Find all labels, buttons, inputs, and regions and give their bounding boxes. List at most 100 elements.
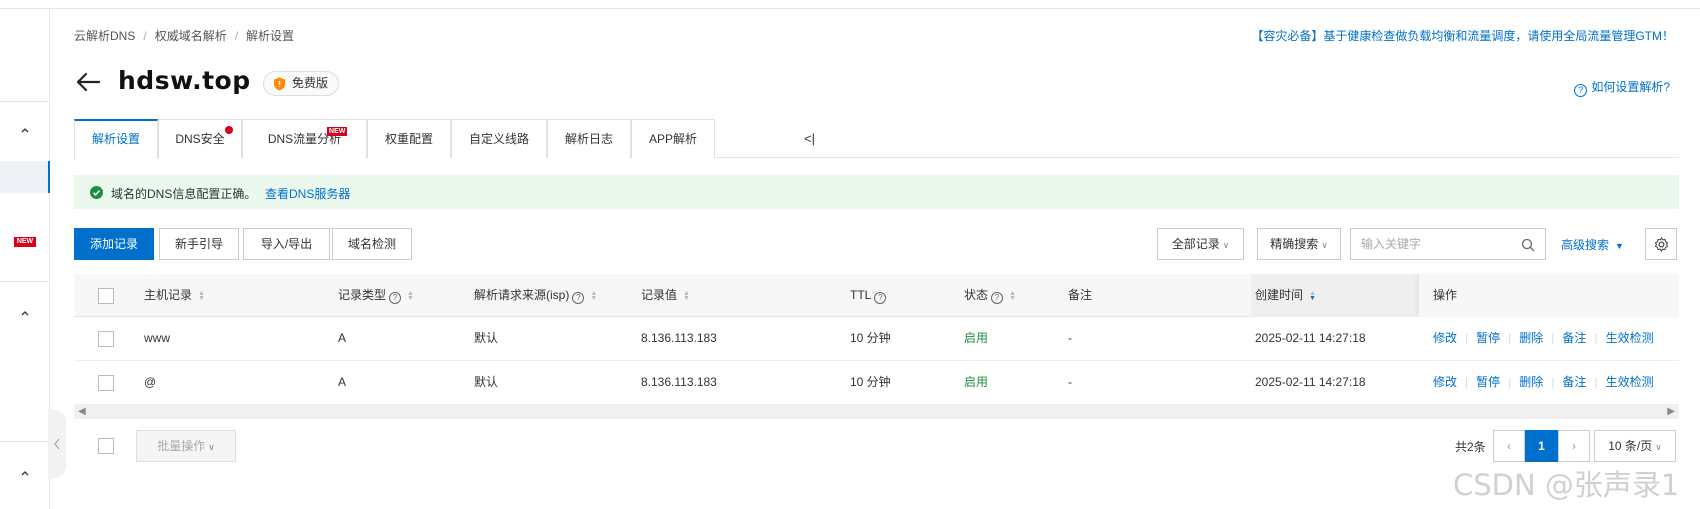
rail-divider [0, 281, 49, 282]
help-icon: ? [389, 292, 402, 304]
select-all-checkbox-bottom[interactable] [98, 438, 114, 454]
help-icon: ? [874, 292, 887, 304]
record-filter-select[interactable]: 全部记录 ∨ [1157, 228, 1244, 260]
col-isp[interactable]: 解析请求来源(isp)? ▲ ▼ [474, 274, 597, 316]
domain-check-button[interactable]: 域名检测 [332, 228, 412, 260]
view-dns-servers-link[interactable]: 查看DNS服务器 [265, 185, 350, 202]
caret-down-icon: ▼ [1615, 241, 1624, 251]
col-value[interactable]: 记录值 ▲ ▼ [641, 274, 690, 316]
help-link-label: 如何设置解析? [1591, 80, 1670, 94]
chevron-up-icon[interactable] [19, 307, 31, 319]
pause-link[interactable]: 暂停 [1476, 331, 1500, 345]
row-checkbox[interactable] [98, 331, 114, 347]
gtm-promo-link[interactable]: 【容灾必备】基于健康检查做负载均衡和流量调度，请使用全局流量管理GTM！ [1251, 27, 1674, 44]
horizontal-scrollbar[interactable]: ◀ ▶ [74, 405, 1679, 419]
select-all-checkbox[interactable] [98, 288, 114, 304]
new-badge: NEW [327, 127, 348, 136]
row-actions: 修改 | 暂停 | 删除 | 备注 | 生效检测 [1433, 331, 1654, 345]
cell-remark: - [1068, 331, 1072, 345]
cell-ttl: 10 分钟 [850, 375, 891, 389]
col-remark: 备注 [1068, 288, 1093, 302]
chevron-left-icon [54, 438, 60, 450]
cell-status: 启用 [964, 331, 989, 345]
gear-icon [1654, 237, 1669, 252]
verify-link[interactable]: 生效检测 [1606, 375, 1654, 389]
remark-link[interactable]: 备注 [1562, 331, 1586, 345]
cell-created: 2025-02-11 14:27:18 [1255, 375, 1366, 389]
help-icon: ? [572, 292, 585, 304]
cell-host: @ [144, 375, 157, 389]
tab-custom-lines[interactable]: 自定义线路 [451, 119, 547, 158]
tab-dns-traffic[interactable]: DNS流量分析 NEW [242, 119, 367, 158]
table-settings-button[interactable] [1645, 228, 1677, 260]
sort-icon: ▲ ▼ [683, 290, 690, 302]
select-value: 精确搜索 [1270, 237, 1319, 251]
question-icon: ? [1574, 84, 1588, 97]
batch-actions-button[interactable]: 批量操作 ∨ [136, 430, 236, 462]
tab-label: 自定义线路 [468, 132, 529, 146]
search-icon[interactable] [1521, 238, 1535, 252]
scroll-left-icon[interactable]: ◀ [78, 406, 86, 417]
rail-divider [0, 441, 49, 442]
shield-icon [274, 77, 285, 91]
advanced-search-link[interactable]: 高级搜索 ▼ [1561, 236, 1624, 253]
col-ops: 操作 [1433, 288, 1458, 302]
advanced-search-label: 高级搜索 [1561, 238, 1610, 252]
cell-isp: 默认 [474, 331, 499, 345]
sort-icon: ▲ ▼ [407, 290, 414, 302]
sort-desc-icon: ▲ ▼ [1309, 290, 1316, 302]
help-link[interactable]: ? 如何设置解析? [1574, 78, 1670, 97]
chevron-up-icon[interactable] [19, 467, 31, 479]
chevron-down-icon: ∨ [1321, 240, 1328, 250]
tab-label: 权重配置 [384, 132, 433, 146]
edition-label: 免费版 [292, 76, 329, 90]
breadcrumb-item[interactable]: 云解析DNS [74, 29, 135, 43]
delete-link[interactable]: 删除 [1519, 375, 1543, 389]
cell-type: A [338, 331, 347, 345]
search-mode-select[interactable]: 精确搜索 ∨ [1257, 228, 1341, 260]
remark-link[interactable]: 备注 [1562, 375, 1586, 389]
rail-active-item[interactable] [0, 161, 50, 193]
tab-weights[interactable]: 权重配置 [367, 119, 451, 158]
edit-link[interactable]: 修改 [1433, 331, 1457, 345]
check-circle-icon [90, 186, 103, 199]
breadcrumb-item[interactable]: 权威域名解析 [155, 29, 227, 43]
chevron-up-icon[interactable] [19, 124, 31, 136]
pause-link[interactable]: 暂停 [1476, 375, 1500, 389]
help-icon: ? [991, 292, 1004, 304]
col-type[interactable]: 记录类型? ▲ ▼ [338, 274, 414, 316]
delete-link[interactable]: 删除 [1519, 331, 1543, 345]
scroll-right-icon[interactable]: ▶ [1667, 406, 1675, 417]
search-input[interactable] [1361, 237, 1511, 251]
add-record-button[interactable]: 添加记录 [74, 228, 154, 260]
import-export-button[interactable]: 导入/导出 [243, 228, 330, 260]
cell-type: A [338, 375, 347, 389]
page-size-select[interactable]: 10 条/页 ∨ [1594, 430, 1676, 462]
table-row: @ A 默认 8.136.113.183 10 分钟 启用 - 2025-02-… [74, 361, 1679, 405]
col-status[interactable]: 状态? ▲ ▼ [964, 274, 1016, 316]
col-ttl: TTL? [850, 274, 887, 316]
verify-link[interactable]: 生效检测 [1606, 331, 1654, 345]
tab-bar: 解析设置 DNS安全 DNS流量分析 NEW 权重配置 自定义线路 解析日志 AP… [74, 119, 1679, 159]
sort-icon: ▲ ▼ [1009, 290, 1016, 302]
col-host[interactable]: 主机记录 ▲ ▼ [144, 274, 205, 316]
rail-divider [0, 101, 49, 102]
chevron-down-icon: ∨ [208, 442, 215, 452]
sidebar-collapse-handle[interactable] [48, 410, 66, 478]
cell-host: www [144, 331, 170, 345]
guide-button[interactable]: 新手引导 [159, 228, 239, 260]
tab-logs[interactable]: 解析日志 [547, 119, 631, 158]
next-page-button[interactable]: › [1558, 430, 1590, 462]
col-created[interactable]: 创建时间 ▲ ▼ [1255, 274, 1316, 316]
tab-scroll-left-icon[interactable]: <| [804, 131, 815, 146]
cell-created: 2025-02-11 14:27:18 [1255, 331, 1366, 345]
back-arrow-icon[interactable] [75, 71, 101, 93]
tab-dns-settings[interactable]: 解析设置 [74, 119, 158, 159]
tab-app-dns[interactable]: APP解析 [631, 119, 715, 158]
prev-page-button[interactable]: ‹ [1493, 430, 1525, 462]
page-button-current[interactable]: 1 [1525, 430, 1558, 462]
sort-icon: ▲ ▼ [590, 290, 598, 302]
row-checkbox[interactable] [98, 375, 114, 391]
tab-dns-security[interactable]: DNS安全 [158, 119, 242, 158]
edit-link[interactable]: 修改 [1433, 375, 1457, 389]
